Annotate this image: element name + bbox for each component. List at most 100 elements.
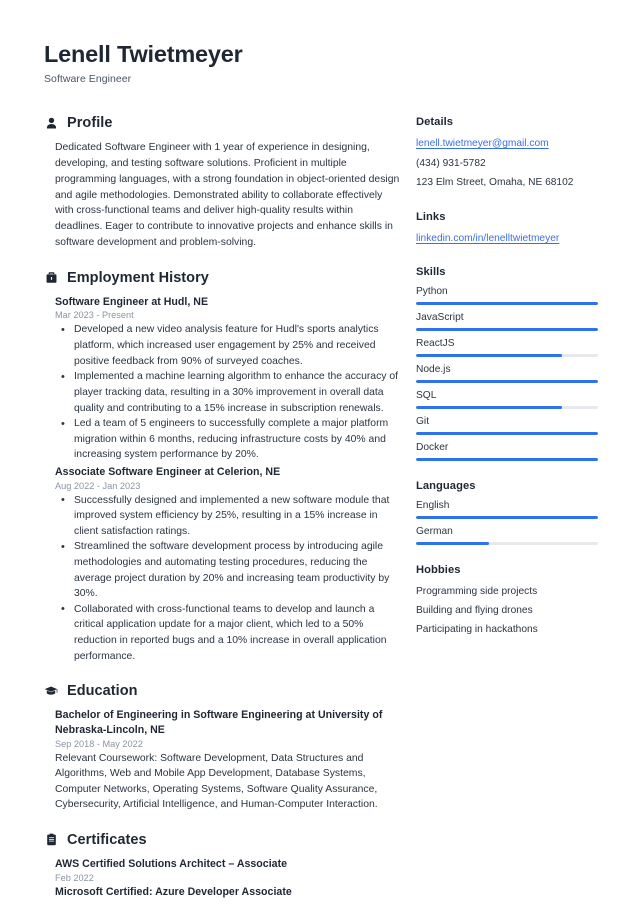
language-item: English (416, 500, 598, 520)
sidebar-title-languages: Languages (416, 480, 476, 493)
resume-columns: Profile Dedicated Software Engineer with… (44, 115, 598, 905)
graduation-cap-icon (44, 684, 58, 698)
skill-item: JavaScript (416, 312, 598, 332)
skill-fill (416, 302, 598, 306)
skill-label: SQL (416, 390, 437, 402)
skill-fill (416, 458, 598, 462)
language-track (416, 542, 598, 546)
resume-page: Lenell Twietmeyer Software Engineer Prof… (0, 0, 640, 905)
section-employment-history: Employment History Software Engineer at … (44, 270, 400, 664)
employment-entry-title: Software Engineer at Hudl, NE (55, 295, 209, 308)
list-item: Led a team of 5 engineers to successfull… (57, 416, 400, 463)
clipboard-icon (44, 833, 58, 847)
certificate-entry: Microsoft Certified: Azure Developer Ass… (55, 885, 400, 900)
job-title: Software Engineer (44, 73, 132, 86)
address-text: 123 Elm Street, Omaha, NE 68102 (416, 177, 574, 189)
section-title-certificates: Certificates (67, 831, 147, 848)
section-header-profile: Profile (44, 115, 400, 131)
skill-label: Python (416, 286, 448, 298)
sidebar-block-languages: Languages English German (416, 480, 598, 546)
list-item: Successfully designed and implemented a … (57, 492, 400, 540)
skill-label: JavaScript (416, 312, 464, 324)
section-body-profile: Dedicated Software Engineer with 1 year … (44, 140, 400, 251)
resume-header: Lenell Twietmeyer Software Engineer (44, 40, 598, 85)
education-entry-date: Sep 2018 - May 2022 (55, 738, 143, 749)
skill-track (416, 406, 598, 410)
skill-track (416, 380, 598, 384)
skill-item: SQL (416, 390, 598, 410)
skill-label: Git (416, 416, 430, 428)
sidebar-title-details: Details (416, 116, 454, 129)
briefcase-icon (44, 271, 58, 285)
list-item: Streamlined the software development pro… (57, 539, 400, 601)
skill-fill (416, 354, 562, 358)
phone-text: (434) 931-5782 (416, 157, 486, 169)
person-icon (44, 116, 58, 130)
language-label: German (416, 526, 453, 538)
section-profile: Profile Dedicated Software Engineer with… (44, 115, 400, 251)
hobby-item: Participating in hackathons (416, 623, 538, 635)
certificate-entry: AWS Certified Solutions Architect – Asso… (55, 857, 400, 883)
skill-item: Git (416, 416, 598, 436)
section-header-employment: Employment History (44, 270, 400, 286)
skill-track (416, 328, 598, 332)
sidebar-block-hobbies: Hobbies Programming side projects Buildi… (416, 564, 598, 637)
education-entry-title: Bachelor of Engineering in Software Engi… (55, 709, 383, 736)
sidebar-block-links: Links linkedin.com/in/lenelltwietmeyer (416, 211, 598, 248)
sidebar-title-skills: Skills (416, 266, 446, 279)
sidebar: Details lenell.twietmeyer@gmail.com (434… (416, 115, 598, 657)
main-column: Profile Dedicated Software Engineer with… (44, 115, 416, 905)
section-title-education: Education (67, 683, 138, 700)
sidebar-block-skills: Skills Python JavaScript ReactJS Node.js… (416, 266, 598, 462)
linkedin-link[interactable]: linkedin.com/in/lenelltwietmeyer (416, 231, 598, 248)
email-link[interactable]: lenell.twietmeyer@gmail.com (416, 136, 598, 153)
section-body-education: Bachelor of Engineering in Software Engi… (44, 708, 400, 813)
employment-entry-bullets: Successfully designed and implemented a … (57, 492, 400, 665)
certificate-title: Microsoft Certified: Azure Developer Ass… (55, 885, 292, 898)
language-item: German (416, 526, 598, 546)
hobby-item: Building and flying drones (416, 605, 533, 617)
section-certificates: Certificates AWS Certified Solutions Arc… (44, 832, 400, 899)
section-body-employment: Software Engineer at Hudl, NE Mar 2023 -… (44, 295, 400, 664)
certificate-title: AWS Certified Solutions Architect – Asso… (55, 857, 288, 870)
education-entry: Bachelor of Engineering in Software Engi… (55, 708, 400, 813)
skill-track (416, 354, 598, 358)
skill-item: Node.js (416, 364, 598, 384)
skill-label: Node.js (416, 364, 451, 376)
sidebar-title-hobbies: Hobbies (416, 564, 461, 577)
skill-label: Docker (416, 442, 449, 454)
section-body-certificates: AWS Certified Solutions Architect – Asso… (44, 857, 400, 899)
employment-entry-bullets: Developed a new video analysis feature f… (57, 322, 400, 462)
sidebar-block-details: Details lenell.twietmeyer@gmail.com (434… (416, 116, 598, 192)
hobby-item: Programming side projects (416, 586, 538, 598)
skill-item: ReactJS (416, 338, 598, 358)
employment-entry: Software Engineer at Hudl, NE Mar 2023 -… (55, 295, 400, 463)
employment-entry-date: Mar 2023 - Present (55, 310, 134, 321)
employment-entry-title: Associate Software Engineer at Celerion,… (55, 465, 281, 478)
language-label: English (416, 500, 450, 512)
skill-track (416, 302, 598, 306)
language-fill (416, 516, 598, 520)
list-item: Implemented a machine learning algorithm… (57, 369, 400, 416)
section-header-certificates: Certificates (44, 832, 400, 848)
skill-track (416, 432, 598, 436)
full-name: Lenell Twietmeyer (44, 41, 243, 67)
section-title-profile: Profile (67, 115, 113, 132)
employment-entry: Associate Software Engineer at Celerion,… (55, 465, 400, 664)
section-education: Education Bachelor of Engineering in Sof… (44, 683, 400, 813)
skill-fill (416, 432, 598, 436)
certificate-date: Feb 2022 (55, 872, 94, 883)
skill-track (416, 458, 598, 462)
profile-text: Dedicated Software Engineer with 1 year … (55, 142, 400, 249)
skill-label: ReactJS (416, 338, 455, 350)
education-entry-description: Relevant Coursework: Software Developmen… (55, 752, 378, 811)
employment-entry-date: Aug 2022 - Jan 2023 (55, 480, 141, 491)
language-track (416, 516, 598, 520)
skill-fill (416, 380, 598, 384)
section-header-education: Education (44, 683, 400, 699)
language-fill (416, 542, 489, 546)
list-item: Developed a new video analysis feature f… (57, 322, 400, 369)
skill-item: Python (416, 286, 598, 306)
sidebar-title-links: Links (416, 210, 446, 223)
skill-fill (416, 328, 598, 332)
